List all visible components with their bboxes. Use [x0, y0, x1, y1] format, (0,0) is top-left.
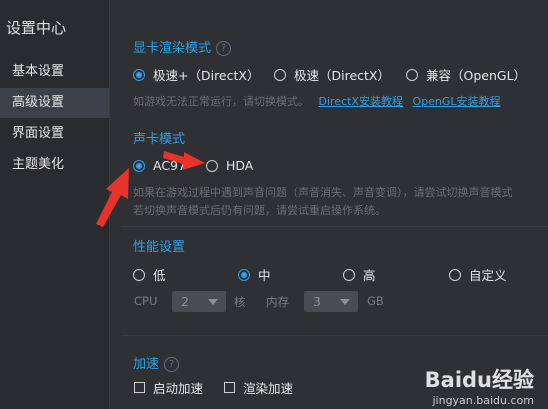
- radio-icon[interactable]: [133, 268, 145, 281]
- radio-selected-icon[interactable]: [133, 68, 145, 81]
- chevron-down-icon: [208, 299, 218, 305]
- gpu-option-directx[interactable]: 极速（DirectX）: [274, 65, 390, 84]
- memory-label: 内存: [266, 295, 289, 309]
- gpu-option-label: 极速（DirectX）: [294, 68, 390, 83]
- cpu-label: CPU: [134, 294, 158, 308]
- accel-section-title: 加速?: [133, 353, 180, 372]
- memory-select-value: 3: [313, 294, 321, 309]
- watermark: Baidu经验 jingyan.baidu.com: [425, 364, 534, 407]
- gpu-section-label: 显卡渲染模式: [133, 41, 212, 56]
- checkbox-label: 启动加速: [153, 381, 204, 396]
- gpu-hint-text: 如游戏无法正常运行，请切换模式。: [133, 95, 309, 108]
- render-accel-checkbox[interactable]: 渲染加速: [224, 378, 293, 397]
- radio-selected-icon[interactable]: [133, 159, 145, 172]
- memory-select[interactable]: 3: [304, 291, 358, 312]
- accel-section-label: 加速: [133, 357, 160, 372]
- performance-option-label: 低: [153, 268, 166, 283]
- cpu-select-value: 2: [181, 294, 189, 309]
- performance-option-custom[interactable]: 自定义: [449, 265, 507, 284]
- cpu-unit: 核: [234, 295, 246, 309]
- startup-accel-checkbox[interactable]: 启动加速: [134, 378, 203, 397]
- radio-icon[interactable]: [274, 68, 286, 81]
- section-divider: [121, 335, 548, 336]
- gpu-option-opengl[interactable]: 兼容（OpenGL）: [406, 65, 526, 84]
- memory-unit: GB: [367, 294, 384, 308]
- help-icon[interactable]: ?: [164, 357, 180, 372]
- sound-section-title: 声卡模式: [133, 132, 186, 147]
- watermark-url: jingyan.baidu.com: [432, 394, 534, 407]
- sidebar-title: 设置中心: [6, 19, 67, 37]
- sound-option-label: HDA: [226, 158, 254, 173]
- watermark-brand: Baidu经验: [424, 368, 534, 392]
- sound-hint-line-1: 如果在游戏过程中遇到声音问题（声音消失、声音变调），请尝试切换声音模式: [133, 186, 513, 199]
- sidebar-divider: [109, 0, 110, 409]
- section-divider: [121, 226, 548, 227]
- sidebar: 设置中心 基本设置 高级设置 界面设置 主题美化: [0, 0, 109, 409]
- sidebar-item-interface[interactable]: 界面设置: [0, 119, 109, 149]
- sound-option-ac97[interactable]: AC97: [133, 158, 186, 173]
- help-icon[interactable]: ?: [216, 41, 232, 56]
- sidebar-item-theme[interactable]: 主题美化: [0, 150, 109, 180]
- performance-section-title: 性能设置: [133, 240, 186, 255]
- opengl-tutorial-link[interactable]: OpenGL安装教程: [412, 95, 500, 108]
- cpu-select[interactable]: 2: [172, 291, 226, 312]
- performance-option-low[interactable]: 低: [133, 265, 166, 284]
- directx-tutorial-link[interactable]: DirectX安装教程: [319, 95, 403, 108]
- chevron-down-icon: [340, 299, 350, 305]
- gpu-option-directx-plus[interactable]: 极速+（DirectX）: [133, 65, 259, 84]
- gpu-section-title: 显卡渲染模式?: [133, 37, 232, 56]
- radio-icon[interactable]: [206, 159, 218, 172]
- performance-option-label: 自定义: [469, 268, 507, 283]
- radio-icon[interactable]: [343, 268, 355, 281]
- performance-option-label: 高: [363, 268, 376, 283]
- gpu-hint: 如游戏无法正常运行，请切换模式。 DirectX安装教程 OpenGL安装教程: [133, 93, 501, 109]
- checkbox-icon[interactable]: [224, 382, 235, 393]
- sound-option-hda[interactable]: HDA: [206, 158, 253, 173]
- gpu-option-label: 极速+（DirectX）: [153, 68, 260, 83]
- radio-selected-icon[interactable]: [238, 268, 250, 281]
- performance-option-label: 中: [258, 268, 271, 283]
- performance-option-high[interactable]: 高: [343, 265, 376, 284]
- sidebar-item-advanced[interactable]: 高级设置: [0, 88, 109, 118]
- sound-option-label: AC97: [153, 158, 186, 173]
- checkbox-icon[interactable]: [134, 382, 145, 393]
- sound-hint-line-2: 若切换声音模式后仍有问题，请尝试重启操作系统。: [133, 204, 386, 217]
- radio-icon[interactable]: [449, 268, 461, 281]
- performance-option-medium[interactable]: 中: [238, 265, 271, 284]
- gpu-option-label: 兼容（OpenGL）: [426, 68, 527, 83]
- sidebar-item-basic[interactable]: 基本设置: [0, 57, 109, 87]
- checkbox-label: 渲染加速: [243, 381, 294, 396]
- radio-icon[interactable]: [406, 68, 418, 81]
